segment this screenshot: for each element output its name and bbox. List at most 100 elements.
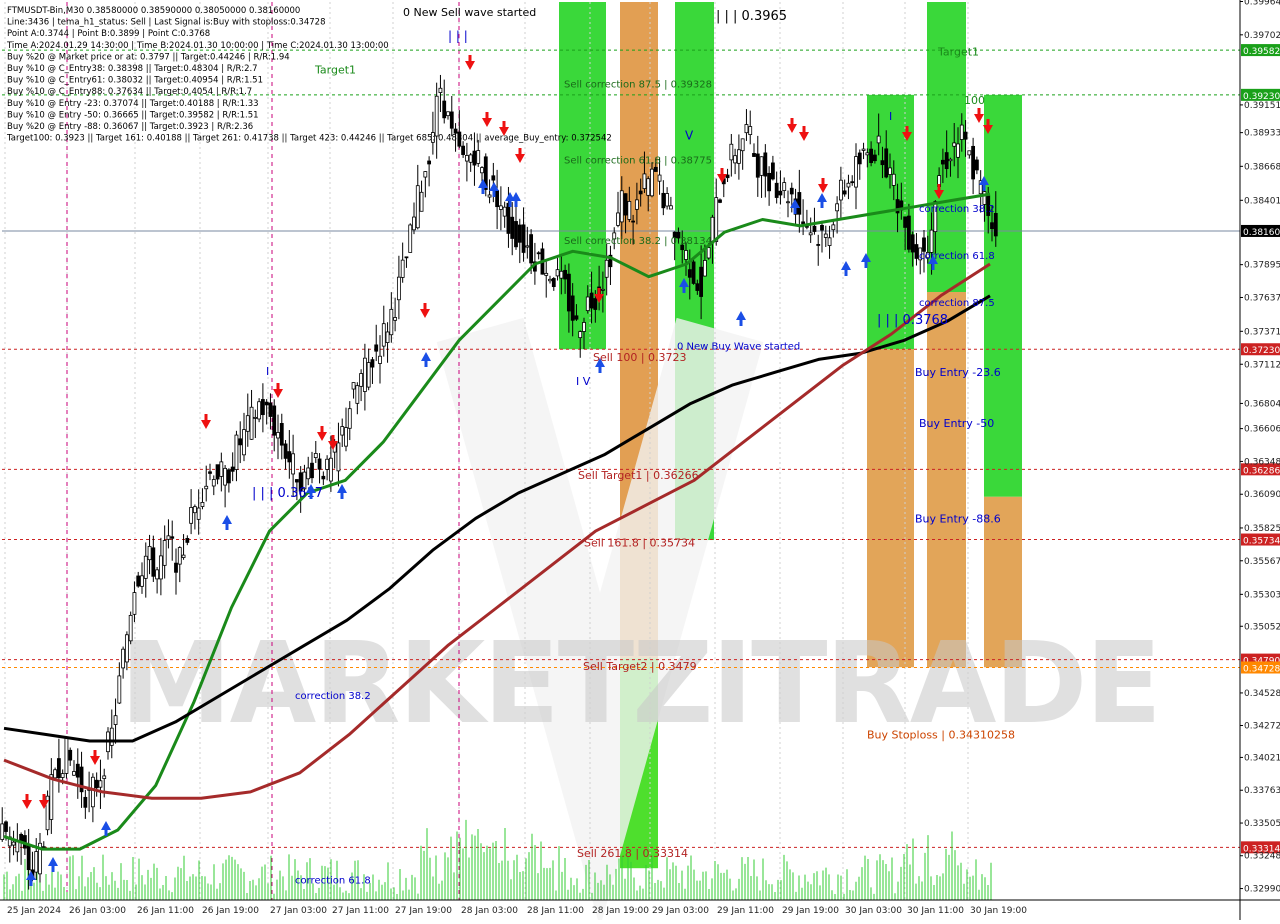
candle-body — [4, 821, 8, 832]
candle-body — [623, 193, 628, 216]
candle-body — [64, 737, 69, 774]
candle-body — [521, 224, 526, 253]
candle-body — [971, 145, 976, 180]
candle-body — [147, 545, 152, 561]
candle-body — [604, 259, 609, 278]
candle-body — [181, 554, 186, 558]
candle-body — [370, 359, 375, 368]
fib-zone-7 — [927, 292, 966, 668]
candle-body — [559, 270, 564, 279]
candle-body — [959, 124, 964, 140]
level-label: Buy Entry -23.6 — [915, 366, 1001, 379]
level-label: Sell 161.8 | 0.35734 — [584, 537, 695, 550]
candle-body — [128, 614, 133, 642]
candle-body — [487, 194, 492, 198]
candle-body — [563, 269, 568, 280]
y-tick-label: 0.39151 — [1244, 101, 1280, 111]
candle-body — [26, 844, 31, 871]
level-label: Buy Stoploss | 0.34310258 — [867, 729, 1015, 742]
candle-body — [476, 150, 481, 164]
y-tick-label: 0.39964 — [1244, 0, 1280, 7]
candle-body — [0, 823, 5, 840]
candle-body — [974, 159, 979, 171]
candle-body — [600, 288, 605, 291]
candle-body — [419, 191, 424, 212]
candle-body — [491, 175, 496, 181]
x-tick-label: 28 Jan 19:00 — [592, 906, 649, 916]
candle-body — [585, 296, 590, 311]
candle-body — [993, 213, 998, 237]
candle-body — [767, 172, 772, 192]
candle-body — [253, 416, 258, 419]
candle-body — [404, 256, 409, 259]
candle-body — [876, 135, 881, 144]
level-label: Sell 261.8 | 0.33314 — [577, 847, 688, 860]
level-label: Sell correction 87.5 | 0.39328 — [564, 79, 712, 90]
candle-body — [906, 215, 911, 250]
candle-body — [287, 451, 292, 463]
candle-body — [865, 152, 870, 156]
candle-body — [702, 260, 707, 277]
level-label: Sell 100 | 0.3723 — [593, 351, 687, 364]
candle-body — [733, 155, 738, 164]
candle-body — [929, 229, 934, 253]
level-label: Sell correction 61.8 | 0.38775 — [564, 156, 712, 167]
candle-body — [396, 276, 401, 301]
y-tick-label: 0.34272 — [1244, 721, 1280, 731]
candle-body — [264, 401, 269, 406]
candle-body — [68, 749, 73, 761]
candle-body — [823, 233, 828, 238]
header-line: FTMUSDT-Bin,M30 0.38580000 0.38590000 0.… — [7, 6, 300, 16]
candle-body — [283, 443, 288, 459]
candle-body — [668, 205, 673, 210]
header-line: Buy %20 @ Entry -88: 0.36067 || Target:0… — [7, 122, 253, 132]
wave-marker-i2: I — [889, 110, 892, 123]
candle-body — [831, 224, 836, 231]
candle-body — [631, 220, 636, 223]
candle-body — [967, 150, 972, 156]
chart-svg: MARKETZITRADE 0.395820.392300.381600.372… — [0, 0, 1280, 924]
level-label: 0 New Buy Wave started — [677, 341, 800, 352]
candle-body — [461, 145, 466, 155]
candle-body — [808, 232, 813, 236]
x-tick-label: 25 Jan 2024 — [7, 906, 61, 916]
x-tick-label: 27 Jan 19:00 — [395, 906, 452, 916]
candle-body — [891, 173, 896, 186]
candle-body — [740, 138, 745, 152]
level-label: Buy Entry -88.6 — [915, 512, 1001, 525]
candle-body — [446, 111, 450, 117]
candle-body — [578, 331, 583, 339]
candle-body — [574, 315, 579, 320]
candle-body — [850, 181, 855, 184]
candle-body — [914, 244, 919, 259]
candle-body — [755, 153, 760, 178]
candle-body — [990, 222, 994, 230]
candle-body — [170, 536, 175, 539]
candle-body — [185, 538, 190, 543]
candle-body — [72, 771, 76, 776]
candle-body — [888, 167, 892, 175]
y-tick-label: 0.36804 — [1244, 399, 1280, 409]
chart: MARKETZITRADE 0.39582 0.39230 0.38160 0.372… — [0, 0, 1280, 924]
candle-body — [385, 331, 390, 343]
candle-body — [514, 221, 518, 248]
candle-body — [684, 250, 688, 260]
candle-body — [472, 150, 477, 166]
candle-body — [835, 203, 840, 212]
candle-body — [200, 502, 205, 507]
price-tag-label: 0.38160 — [1243, 228, 1280, 238]
candle-body — [291, 453, 296, 475]
candle-body — [872, 154, 877, 162]
candle-body — [245, 415, 250, 432]
candle-body — [215, 464, 220, 480]
candle-body — [449, 111, 454, 129]
y-tick-label: 0.38933 — [1244, 129, 1280, 139]
x-tick-label: 26 Jan 03:00 — [69, 906, 126, 916]
candle-body — [317, 458, 322, 470]
candle-body — [910, 234, 915, 253]
candle-body — [718, 199, 722, 203]
candle-body — [665, 193, 670, 207]
candle-body — [249, 406, 254, 440]
x-tick-label: 29 Jan 03:00 — [652, 906, 709, 916]
candle-body — [782, 182, 787, 191]
